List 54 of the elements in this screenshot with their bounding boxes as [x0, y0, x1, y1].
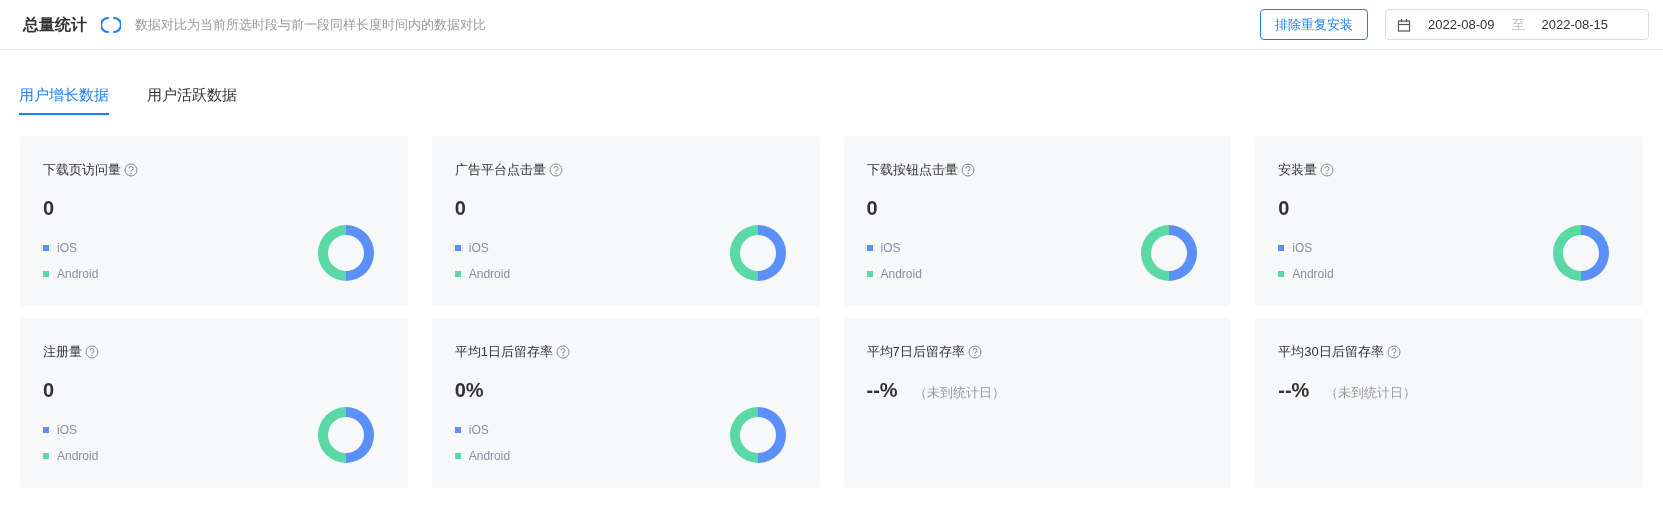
- stat-value: 0: [866, 195, 878, 221]
- stat-value: 0: [43, 195, 55, 221]
- help-icon[interactable]: [1320, 162, 1335, 177]
- card-title: 平均30日后留存率: [1278, 343, 1384, 361]
- card-title: 注册量: [43, 343, 82, 361]
- card-title: 平均1日后留存率: [454, 343, 553, 361]
- date-separator: 至: [1511, 15, 1525, 34]
- legend-label: Android: [468, 265, 511, 283]
- legend-label: Android: [57, 265, 99, 283]
- help-icon[interactable]: [967, 344, 982, 359]
- donut-chart: [1141, 225, 1198, 281]
- stat-note: （未到统计日）: [1325, 383, 1417, 402]
- legend-label: Android: [57, 447, 99, 465]
- legend-label: iOS: [1292, 239, 1313, 257]
- calendar-icon: [1397, 17, 1411, 32]
- donut-chart: [1553, 225, 1609, 281]
- page-title: 总量统计: [23, 14, 87, 35]
- legend-label: iOS: [468, 421, 489, 439]
- donut-chart: [317, 225, 374, 281]
- donut-chart: [729, 225, 786, 281]
- legend-label: iOS: [468, 239, 489, 257]
- stat-value: --%: [1278, 377, 1310, 403]
- legend-label: iOS: [880, 239, 901, 257]
- legend-label: iOS: [57, 421, 77, 439]
- help-icon[interactable]: [548, 162, 563, 177]
- legend-label: Android: [468, 447, 511, 465]
- card-title: 广告平台点击量: [454, 161, 546, 179]
- stat-value: --%: [866, 377, 898, 403]
- start-date: 2022-08-09: [1428, 15, 1495, 34]
- help-icon[interactable]: [1386, 344, 1401, 359]
- card-title: 下载按钮点击量: [866, 161, 958, 179]
- help-icon[interactable]: [124, 162, 138, 177]
- stat-value: 0: [1278, 195, 1290, 221]
- tab[interactable]: 用户增长数据: [19, 77, 109, 115]
- tab[interactable]: 用户活跃数据: [147, 77, 237, 115]
- end-date: 2022-08-15: [1541, 15, 1608, 34]
- card-title: 下载页访问量: [43, 161, 121, 179]
- exclude-duplicates-button[interactable]: 排除重复安装: [1260, 9, 1368, 40]
- stat-value: 0: [43, 377, 55, 403]
- help-icon[interactable]: [85, 344, 99, 359]
- help-icon[interactable]: [960, 162, 975, 177]
- refresh-icon[interactable]: [101, 14, 121, 35]
- legend-label: Android: [1292, 265, 1334, 283]
- stat-value: 0: [454, 195, 466, 221]
- stat-value: 0%: [454, 377, 484, 403]
- card-title: 平均7日后留存率: [866, 343, 965, 361]
- donut-chart: [317, 407, 374, 463]
- donut-chart: [729, 407, 786, 463]
- stat-note: （未到统计日）: [913, 383, 1005, 402]
- legend-label: Android: [880, 265, 922, 283]
- legend-label: iOS: [57, 239, 77, 257]
- card-title: 安装量: [1278, 161, 1318, 179]
- help-icon[interactable]: [556, 344, 570, 359]
- date-range-picker[interactable]: 2022-08-09 至 2022-08-15: [1385, 9, 1649, 40]
